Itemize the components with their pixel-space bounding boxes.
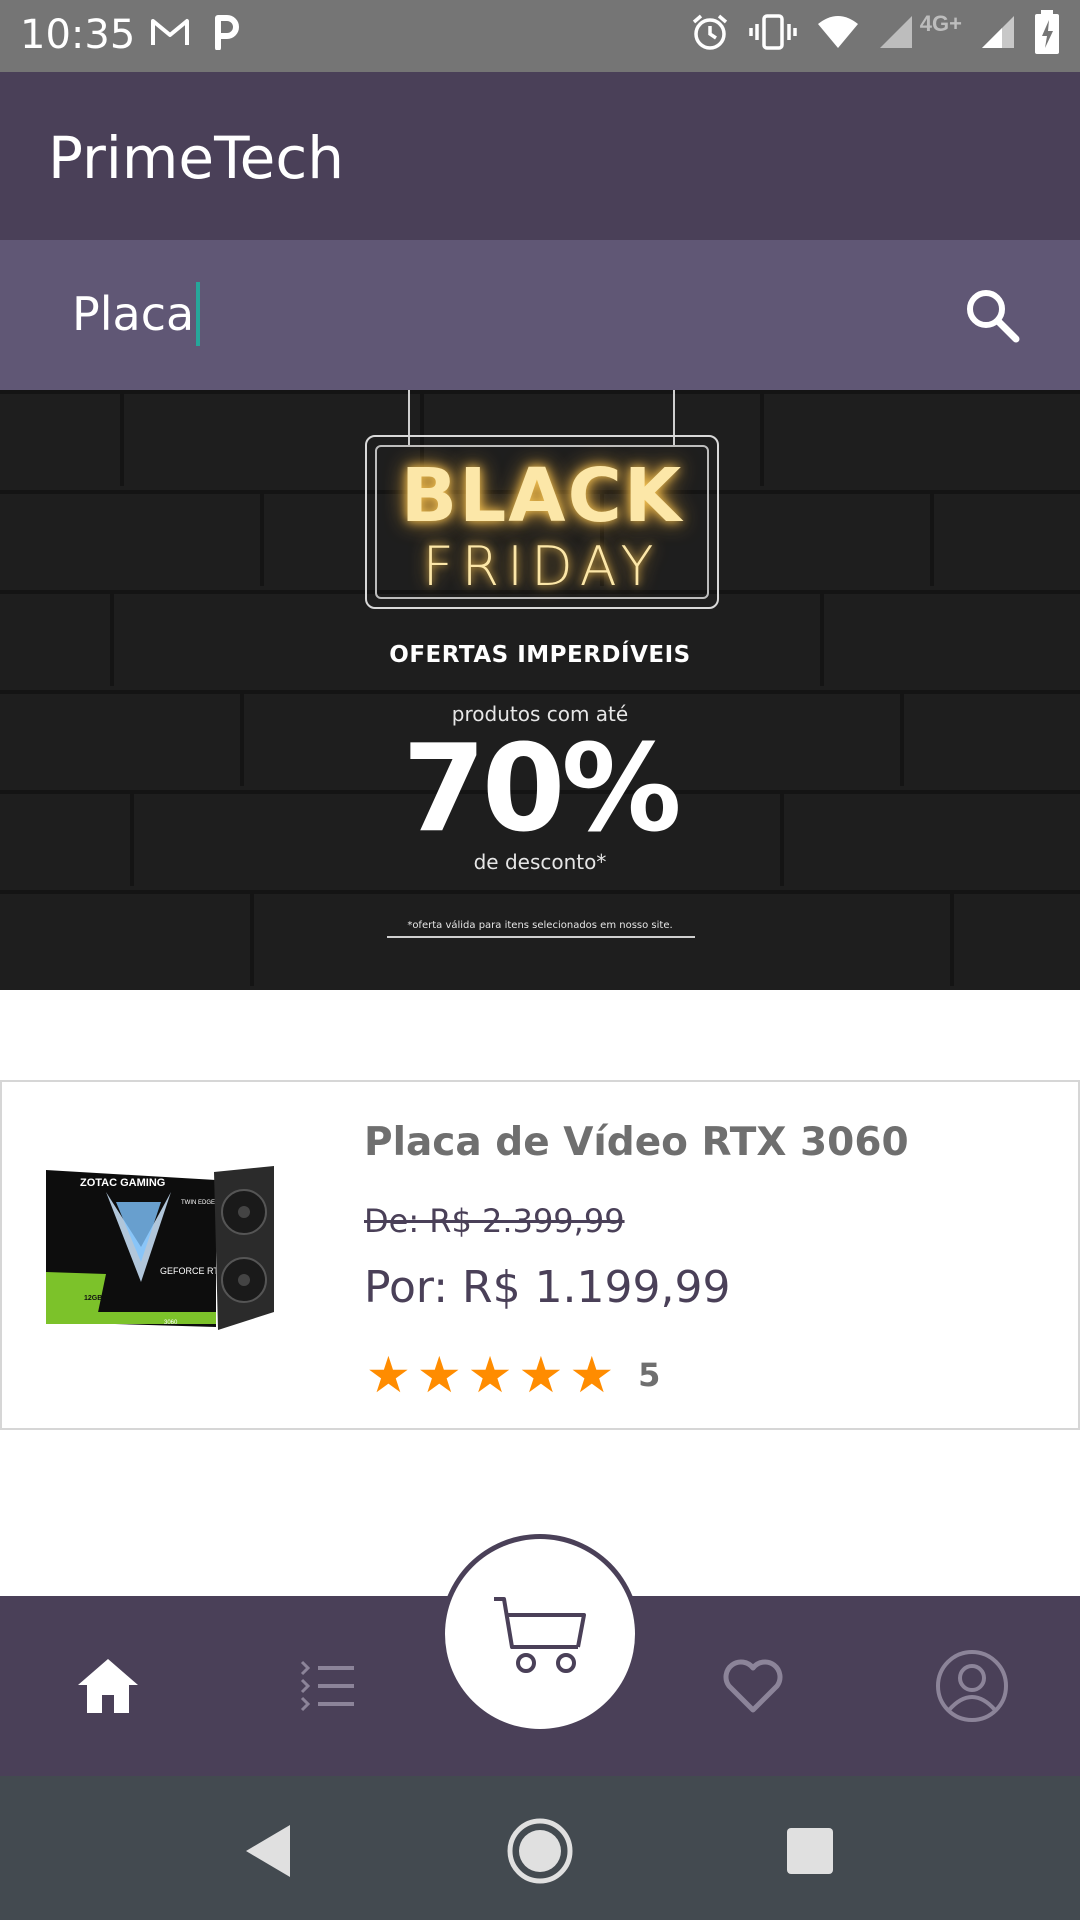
product-image-series: GEFORCE RTX — [160, 1266, 225, 1276]
account-icon — [936, 1650, 1008, 1722]
system-home-button[interactable] — [505, 1816, 575, 1886]
banner-headline-friday: FRIDAY — [422, 535, 662, 598]
nav-account[interactable] — [932, 1646, 1012, 1726]
wifi-icon — [817, 16, 858, 48]
system-navigation-bar — [0, 1776, 1080, 1920]
product-rating: ★ ★ ★ ★ ★ 5 — [366, 1350, 660, 1400]
banner-footnote-line — [387, 936, 695, 938]
battery-charging-icon — [1035, 10, 1059, 54]
status-bar: 10:35 4G+ — [0, 0, 1080, 72]
nav-list[interactable] — [288, 1646, 368, 1726]
app-bar: PrimeTech — [0, 72, 1080, 240]
star-icon: ★ — [467, 1347, 513, 1403]
star-icon: ★ — [518, 1347, 564, 1403]
product-new-price: Por: R$ 1.199,99 — [364, 1262, 731, 1313]
parking-p-icon — [215, 15, 239, 50]
brick-joint — [110, 590, 114, 686]
status-left-icons — [150, 14, 240, 50]
recents-icon — [787, 1828, 833, 1874]
product-old-price: De: R$ 2.399,99 — [364, 1202, 625, 1240]
product-card[interactable]: ZOTAC GAMING TWIN EDGE GEFORCE RTX 3060 … — [0, 1080, 1080, 1430]
brick-joint — [120, 390, 124, 486]
brick-joint — [250, 890, 254, 986]
vibrate-icon — [749, 14, 797, 50]
banner-discount: 70% — [402, 720, 681, 859]
text-caret — [196, 282, 201, 346]
star-icon: ★ — [366, 1347, 411, 1403]
star-icon: ★ — [416, 1347, 462, 1403]
status-right-icons: 4G+ — [690, 10, 1060, 54]
signal-icon — [982, 16, 1014, 48]
brick-joint — [820, 590, 824, 686]
product-title[interactable]: Placa de Vídeo RTX 3060 — [364, 1120, 909, 1165]
product-image-brand: ZOTAC GAMING — [80, 1177, 165, 1189]
product-image-badge: TWIN EDGE — [181, 1200, 215, 1206]
brick-joint — [260, 490, 264, 586]
search-input[interactable]: Placa — [72, 282, 201, 346]
rating-value: 5 — [638, 1356, 661, 1394]
signal-icon — [879, 16, 912, 48]
app-title: PrimeTech — [48, 124, 345, 192]
system-recents-button[interactable] — [775, 1816, 845, 1886]
brick-joint — [950, 890, 954, 986]
product-image-model: 3060 — [164, 1320, 178, 1326]
cart-button[interactable] — [440, 1534, 640, 1734]
banner-subheadline: OFERTAS IMPERDÍVEIS — [389, 642, 691, 668]
banner-discount-suffix: de desconto* — [473, 850, 607, 874]
alarm-icon — [692, 14, 727, 50]
list-icon — [300, 1660, 354, 1712]
gmail-icon — [151, 19, 189, 45]
nav-favorites[interactable] — [713, 1646, 793, 1726]
product-image-memory: 12GB — [84, 1295, 102, 1302]
heart-icon — [723, 1659, 783, 1713]
cart-button-inner[interactable] — [445, 1539, 635, 1729]
home-icon — [78, 1659, 138, 1713]
brick-joint — [930, 490, 934, 586]
cart-icon — [494, 1597, 586, 1673]
back-icon — [246, 1825, 290, 1877]
brick-joint — [760, 390, 764, 486]
banner-headline-black: BLACK — [400, 453, 684, 539]
search-bar: Placa — [0, 240, 1080, 390]
status-time: 10:35 — [20, 12, 136, 58]
system-back-button[interactable] — [232, 1816, 302, 1886]
network-type-label: 4G+ — [919, 11, 962, 36]
nav-home[interactable] — [68, 1646, 148, 1726]
black-friday-banner[interactable]: BLACK FRIDAY OFERTAS IMPERDÍVEIS produto… — [0, 390, 1080, 990]
banner-footnote: *oferta válida para itens selecionados e… — [407, 920, 673, 931]
product-image[interactable]: ZOTAC GAMING TWIN EDGE GEFORCE RTX 3060 … — [46, 1162, 276, 1332]
search-input-value[interactable]: Placa — [72, 287, 194, 341]
black-friday-sign: BLACK FRIDAY — [365, 435, 719, 609]
star-icon: ★ — [569, 1347, 615, 1403]
search-icon[interactable] — [962, 285, 1022, 345]
home-circle-icon — [507, 1818, 573, 1884]
